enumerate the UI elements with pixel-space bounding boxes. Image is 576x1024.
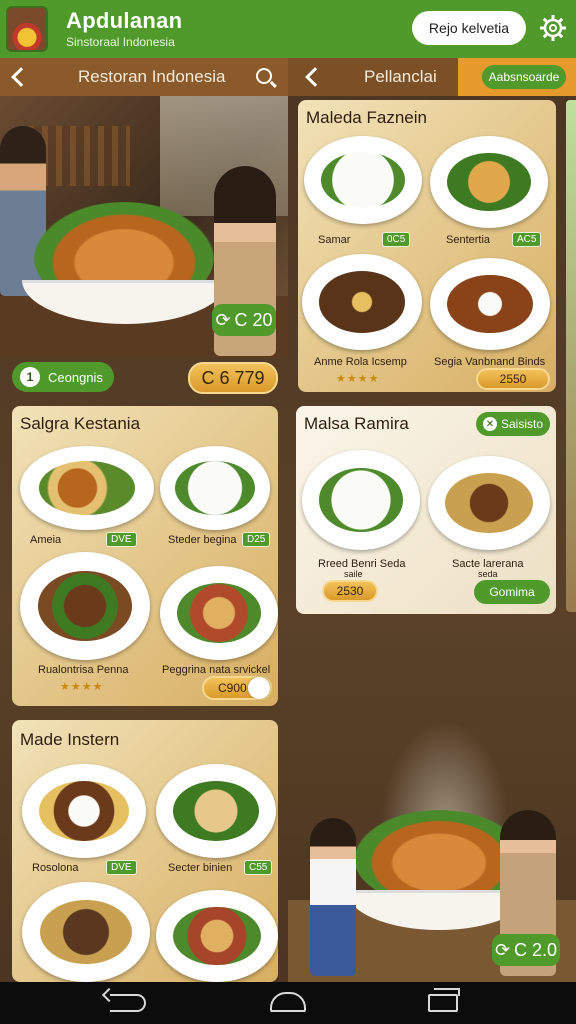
toggle-knob[interactable]	[248, 677, 270, 699]
dish-plate[interactable]	[302, 450, 420, 550]
app-subtitle: Sinstoraal Indonesia	[66, 35, 175, 49]
section-title-right: Pellanclai	[364, 67, 437, 86]
right-section-bar: Pellanclai Aabsnsoarde	[288, 58, 576, 96]
promo-figure-left	[310, 818, 356, 976]
section-title-left: Restoran Indonesia	[78, 67, 226, 86]
dish-plate[interactable]	[22, 764, 146, 858]
dish-name: Rualontrisa Penna	[38, 664, 129, 676]
tag-icon: ⟳	[215, 309, 231, 330]
hero-image[interactable]: ⟳ C 20	[0, 96, 288, 358]
restaurant-logo-icon[interactable]	[6, 6, 48, 52]
left-section-bar: Restoran Indonesia	[0, 58, 288, 96]
dish-plate[interactable]	[160, 566, 278, 660]
promo-price-chip[interactable]: ⟳ C 2.0	[492, 934, 560, 966]
language-button[interactable]: Rejo kelvetia	[412, 11, 526, 45]
dish-plate[interactable]	[160, 446, 270, 530]
total-price: C 6 779	[201, 367, 265, 388]
dish-name: Samar	[318, 234, 351, 246]
dish-price: D25	[242, 532, 271, 547]
back-icon[interactable]	[110, 994, 146, 1012]
dish-name: Sentertia	[446, 234, 491, 246]
dish-name: Ameia	[30, 534, 62, 546]
rating-stars: ★★★★	[60, 681, 104, 693]
menu-card-made-instern[interactable]: Made Instern Rosolona DVE Secter binien …	[12, 720, 278, 982]
app-title: Apdulanan	[66, 8, 183, 33]
hero-price: C 20	[234, 309, 273, 330]
menu-card-malsa[interactable]: Malsa Ramira ✕ Saisisto Rreed Benri Seda…	[296, 406, 556, 614]
menu-card-maleda[interactable]: Maleda Faznein Samar 0C5 Sentertia AC5 A…	[298, 100, 556, 392]
card-title: Made Instern	[20, 730, 120, 749]
hero-price-chip[interactable]: ⟳ C 20	[212, 304, 276, 336]
dish-name: Steder begina	[168, 534, 237, 546]
card-title: Malsa Ramira	[304, 414, 409, 433]
dish-plate[interactable]	[430, 258, 550, 350]
total-price-pill[interactable]: C 6 779	[188, 362, 278, 394]
category-number: 1	[20, 367, 40, 387]
system-nav-bar	[0, 982, 576, 1024]
search-icon[interactable]	[256, 68, 272, 84]
app-header: Apdulanan Sinstoraal Indonesia Rejo kelv…	[0, 0, 576, 58]
home-icon[interactable]	[270, 992, 306, 1012]
dish-sub: seda	[478, 569, 498, 579]
close-icon: ✕	[482, 417, 497, 431]
dish-plate[interactable]	[302, 254, 422, 350]
dish-price: AC5	[512, 232, 542, 247]
next-page-peek[interactable]	[566, 100, 576, 612]
card-title: Salgra Kestania	[20, 414, 141, 433]
chevron-left-icon[interactable]	[11, 67, 31, 87]
dish-price: 0C5	[382, 232, 411, 247]
category-label: Ceongnis	[48, 369, 103, 385]
dish-price: C900	[218, 681, 247, 695]
dish-plate[interactable]	[22, 882, 150, 982]
rating-stars: ★★★★	[336, 373, 380, 385]
dish-plate[interactable]	[428, 456, 550, 550]
promo-price: C 2.0	[514, 939, 558, 960]
gear-icon[interactable]	[538, 13, 568, 43]
dish-plate[interactable]	[304, 136, 422, 224]
dish-name: Rosolona	[32, 862, 79, 874]
category-pill[interactable]: 1 Ceongnis	[12, 362, 114, 392]
recent-apps-icon[interactable]	[428, 988, 460, 1012]
dish-name: Segia Vanbnand Binds	[434, 356, 546, 368]
menu-card-salgra[interactable]: Salgra Kestania Ameia DVE Steder begina …	[12, 406, 278, 706]
dish-plate[interactable]	[20, 446, 154, 530]
dish-name: Anme Rola Icsemp	[314, 356, 407, 368]
card-title: Maleda Faznein	[306, 108, 427, 127]
app-screen: Apdulanan Sinstoraal Indonesia Rejo kelv…	[0, 0, 576, 1024]
tag-pill[interactable]: ✕ Saisisto	[476, 412, 550, 436]
dish-plate[interactable]	[156, 890, 278, 982]
tag-label: Saisisto	[500, 417, 544, 431]
action-pill-button[interactable]: Aabsnsoarde	[482, 65, 566, 89]
dish-plate[interactable]	[20, 552, 150, 660]
chevron-left-icon[interactable]	[305, 67, 325, 87]
tag-icon: ⟳	[494, 939, 511, 960]
dish-price: C55	[244, 860, 273, 875]
dish-plate[interactable]	[430, 136, 548, 228]
dish-sub: saile	[344, 569, 363, 579]
dish-price: DVE	[106, 860, 137, 875]
dish-name: Secter binien	[168, 862, 233, 874]
dish-price: DVE	[106, 532, 137, 547]
dish-plate[interactable]	[156, 764, 276, 858]
dish-name: Peggrina nata srvickel	[162, 664, 271, 676]
dish-price[interactable]: 2530	[322, 580, 378, 602]
dish-price[interactable]: 2550	[476, 368, 550, 390]
order-button[interactable]: Gomima	[474, 580, 550, 604]
